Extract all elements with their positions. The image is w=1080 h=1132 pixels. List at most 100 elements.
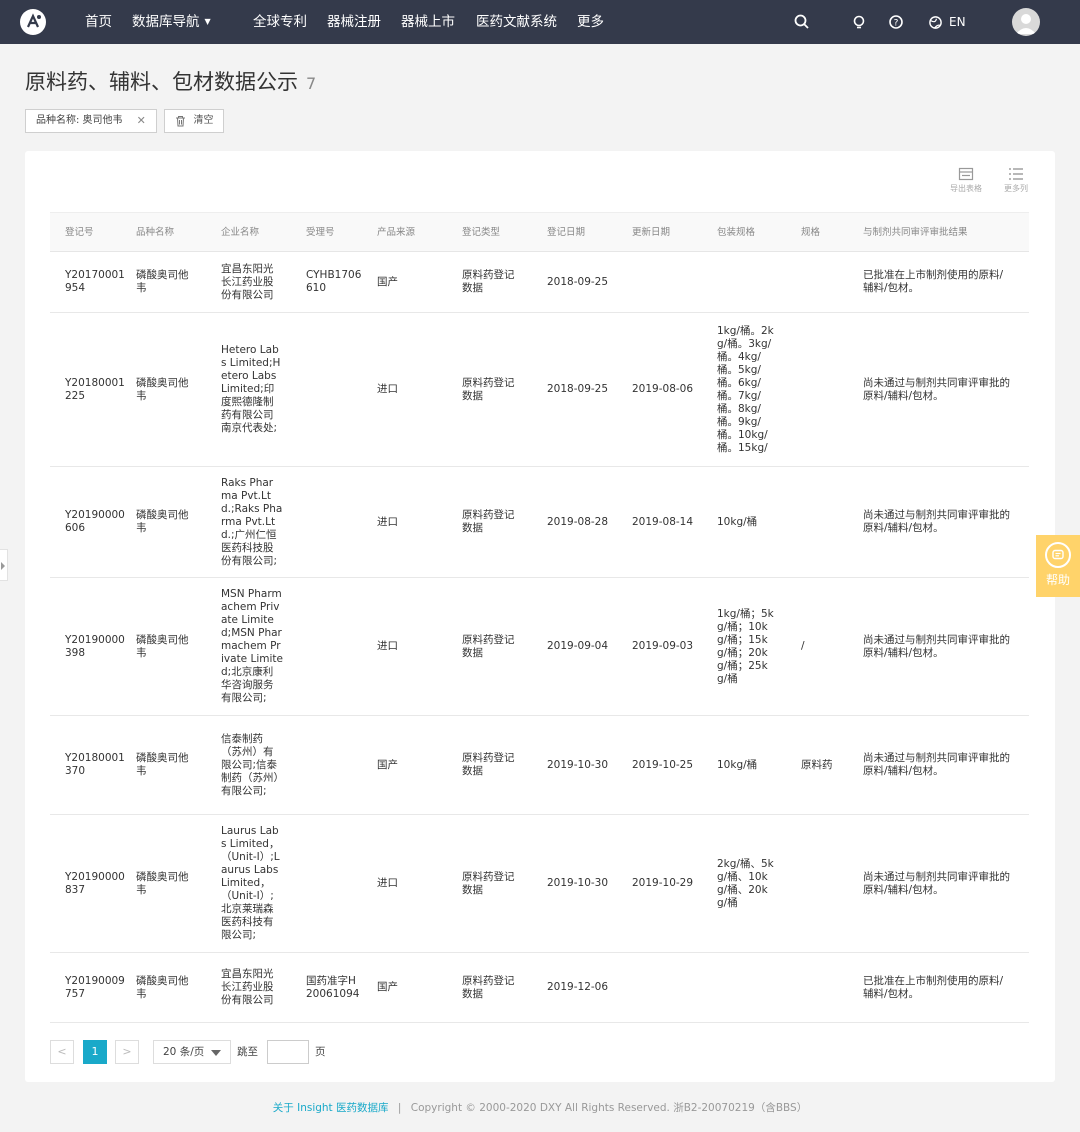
user-icon — [1016, 14, 1036, 34]
cell-text: / — [801, 640, 805, 652]
table-cell-type: 原料药登记数据 — [462, 467, 524, 577]
nav-device-registration[interactable]: 器械注册 — [327, 0, 381, 44]
table-cell-name: 磷酸奥司他韦 — [136, 953, 198, 1022]
table-cell-company: 信泰制药（苏州）有限公司;信泰制药（苏州）有限公司; — [221, 716, 283, 814]
table-cell-accept-no — [306, 467, 362, 577]
column-header[interactable]: 品种名称 — [136, 213, 174, 252]
cell-text: Y20190000606 — [65, 509, 125, 534]
table-cell-source: 进口 — [377, 467, 427, 577]
table-cell-name: 磷酸奥司他韦 — [136, 313, 198, 466]
nav-global-patents[interactable]: 全球专利 — [253, 0, 307, 44]
table-cell-reg-date: 2019-10-30 — [547, 716, 617, 814]
cell-text: 原料药登记数据 — [462, 376, 515, 402]
cell-text: Raks Pharma Pvt.Ltd.;Raks Pharma Pvt.Ltd… — [221, 476, 283, 567]
clear-filters-button[interactable]: 清空 — [164, 109, 224, 133]
footer-about-link[interactable]: 关于 Insight 医药数据库 — [273, 1102, 389, 1114]
table-cell-reg-date: 2018-09-25 — [547, 252, 617, 312]
table-row[interactable]: Y20180001370 磷酸奥司他韦 信泰制药（苏州）有限公司;信泰制药（苏州）有… — [50, 716, 1029, 815]
close-icon[interactable]: ✕ — [137, 110, 146, 132]
cell-text: 宜昌东阳光长江药业股份有限公司 — [221, 262, 274, 301]
column-header[interactable]: 企业名称 — [221, 213, 259, 252]
table-cell-result: 尚未通过与制剂共同审评审批的原料/辅料/包材。 — [863, 578, 1013, 715]
nav-home[interactable]: 首页 — [85, 0, 112, 44]
help-button[interactable]: 帮助 — [1036, 535, 1080, 597]
table-cell-name: 磷酸奥司他韦 — [136, 815, 198, 952]
help-circle-icon[interactable]: ? — [887, 13, 905, 31]
column-header[interactable]: 登记日期 — [547, 213, 585, 252]
export-table-button[interactable]: 导出表格 — [946, 167, 986, 194]
next-page-button[interactable]: > — [115, 1040, 139, 1064]
table-cell-spec — [801, 313, 851, 466]
cell-text: 磷酸奥司他韦 — [136, 974, 189, 1000]
table-cell-package: 10kg/桶 — [717, 467, 777, 577]
table-cell-result: 已批准在上市制剂使用的原料/辅料/包材。 — [863, 953, 1013, 1022]
cell-text: 磷酸奥司他韦 — [136, 269, 189, 294]
column-header[interactable]: 登记号 — [65, 213, 94, 252]
table-row[interactable]: Y20190000398 磷酸奥司他韦 MSN Pharmachem Private… — [50, 578, 1029, 716]
caret-down-icon — [211, 1050, 221, 1056]
column-header[interactable]: 规格 — [801, 213, 820, 252]
table-cell-update-date: 2019-10-25 — [632, 716, 702, 814]
cell-text: 磷酸奥司他韦 — [136, 376, 189, 402]
cell-text: Y20190000398 — [65, 633, 125, 659]
table-cell-type: 原料药登记数据 — [462, 815, 524, 952]
table-cell-result: 尚未通过与制剂共同审评审批的原料/辅料/包材。 — [863, 467, 1013, 577]
column-header[interactable]: 受理号 — [306, 213, 335, 252]
nav-database-navigation[interactable]: 数据库导航 ▼ — [132, 0, 211, 44]
filter-tag: 品种名称: 奥司他韦 ✕ — [25, 109, 157, 133]
table-cell-company: Laurus Labs Limited，（Unit-I）;Laurus Labs… — [221, 815, 283, 952]
cell-text: 信泰制药（苏州）有限公司;信泰制药（苏州）有限公司; — [221, 732, 279, 797]
page-size-select[interactable]: 20 条/页 — [153, 1040, 231, 1064]
column-header[interactable]: 登记类型 — [462, 213, 500, 252]
table-cell-source: 进口 — [377, 578, 427, 715]
column-header[interactable]: 产品来源 — [377, 213, 415, 252]
jump-label: 跳至 — [237, 1046, 258, 1058]
table-cell-reg-no: Y20190000398 — [65, 578, 125, 715]
cell-text: 国产 — [377, 758, 398, 771]
cell-text: 国产 — [377, 981, 398, 993]
table-row[interactable]: Y20170001954 磷酸奥司他韦 宜昌东阳光长江药业股份有限公司 CYHB170… — [50, 252, 1029, 313]
more-columns-button[interactable]: 更多列 — [996, 167, 1036, 194]
column-header[interactable]: 包装规格 — [717, 213, 755, 252]
nav-literature-system[interactable]: 医药文献系统 — [476, 0, 557, 44]
svg-text:?: ? — [894, 19, 899, 29]
table-cell-source: 进口 — [377, 313, 427, 466]
prev-page-button[interactable]: < — [50, 1040, 74, 1064]
nav-device-listing[interactable]: 器械上市 — [401, 0, 455, 44]
table-row[interactable]: Y20190009757 磷酸奥司他韦 宜昌东阳光长江药业股份有限公司 国药准字H20… — [50, 953, 1029, 1023]
table-cell-package — [717, 252, 777, 312]
jump-page-input[interactable] — [267, 1040, 309, 1064]
cell-text: 磷酸奥司他韦 — [136, 870, 189, 896]
table-row[interactable]: Y20190000606 磷酸奥司他韦 Raks Pharma Pvt.Ltd.;R… — [50, 467, 1029, 578]
table-cell-update-date — [632, 953, 702, 1022]
cell-text: Y20170001954 — [65, 269, 125, 294]
table-cell-spec: 原料药 — [801, 716, 851, 814]
page-1-button[interactable]: 1 — [83, 1040, 107, 1064]
table-cell-source: 国产 — [377, 252, 427, 312]
page-title: 原料药、辅料、包材数据公示 7 — [25, 66, 316, 96]
table-cell-reg-date: 2019-12-06 — [547, 953, 617, 1022]
chat-icon — [1045, 542, 1071, 568]
cell-text: 2019-08-06 — [632, 383, 694, 395]
lightbulb-icon[interactable] — [850, 13, 868, 31]
result-count: 7 — [306, 74, 317, 93]
table-cell-reg-no: Y20190000606 — [65, 467, 125, 577]
cell-text: 磷酸奥司他韦 — [136, 633, 189, 659]
table-cell-type: 原料药登记数据 — [462, 578, 524, 715]
sidebar-expand-handle[interactable] — [0, 549, 8, 581]
language-switch[interactable]: EN — [928, 0, 966, 44]
column-header[interactable]: 与制剂共同审评审批结果 — [863, 213, 968, 252]
table-row[interactable]: Y20190000837 磷酸奥司他韦 Laurus Labs Limited，（U… — [50, 815, 1029, 953]
table-cell-update-date: 2019-09-03 — [632, 578, 702, 715]
cell-text: 2019-10-29 — [632, 877, 694, 889]
table-header: 登记号 品种名称 企业名称 受理号 产品来源 登记类型 登记日期 更新日期 包装… — [50, 213, 1029, 252]
more-columns-label: 更多列 — [1004, 184, 1028, 193]
avatar[interactable] — [1012, 8, 1040, 36]
search-icon[interactable] — [793, 13, 811, 31]
table-cell-type: 原料药登记数据 — [462, 313, 524, 466]
column-header[interactable]: 更新日期 — [632, 213, 670, 252]
nav-more[interactable]: 更多 — [577, 0, 604, 44]
logo-icon[interactable] — [20, 9, 46, 35]
table-row[interactable]: Y20180001225 磷酸奥司他韦 Hetero Labs Limited;He… — [50, 313, 1029, 467]
table-cell-update-date: 2019-10-29 — [632, 815, 702, 952]
